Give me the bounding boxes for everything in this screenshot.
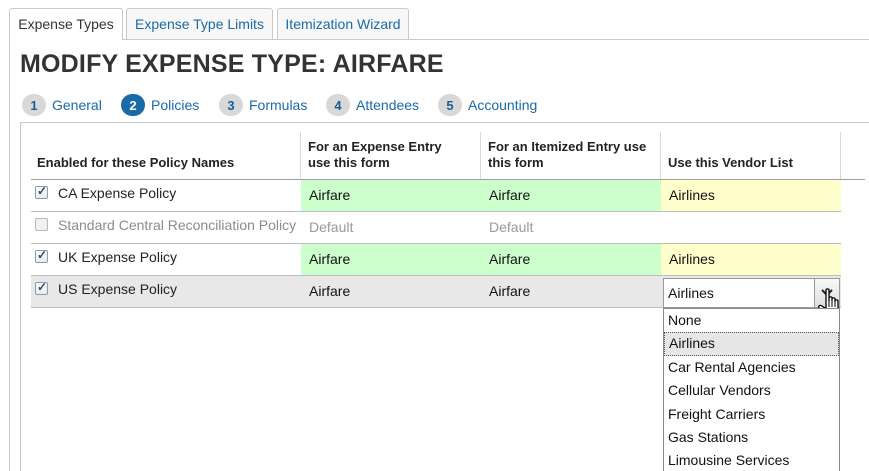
tab-bar: Expense Types Expense Type Limits Itemiz… — [9, 8, 869, 40]
expense-form-cell[interactable]: Airfare — [301, 180, 481, 211]
step-label: Attendees — [356, 97, 420, 113]
header-text: Enabled for these Policy Names — [37, 155, 235, 170]
step-number: 2 — [121, 94, 145, 116]
step-attendees[interactable]: 4 Attendees — [326, 94, 419, 116]
table-row: ✓ CA Expense Policy Airfare Airfare Airl… — [31, 180, 841, 212]
header-text: Use this Vendor List — [668, 155, 793, 170]
step-label: Accounting — [468, 97, 538, 113]
policy-name: US Expense Policy — [58, 281, 178, 297]
step-policies[interactable]: 2 Policies — [121, 94, 199, 116]
policy-name: CA Expense Policy — [58, 185, 177, 201]
tab-expense-type-limits[interactable]: Expense Type Limits — [126, 8, 273, 39]
vendor-list-cell[interactable]: Airlines — [661, 180, 841, 211]
expense-form-cell[interactable]: Airfare — [301, 244, 481, 275]
vendor-list-cell — [661, 212, 841, 243]
table-row: ✓ UK Expense Policy Airfare Airfare Airl… — [31, 244, 841, 276]
dropdown-option-car-rental-agencies[interactable]: Car Rental Agencies — [664, 356, 839, 379]
dropdown-option-cellular-vendors[interactable]: Cellular Vendors — [664, 379, 839, 402]
check-icon: ✓ — [37, 248, 48, 262]
tab-label: Itemization Wizard — [285, 16, 401, 32]
tab-expense-types[interactable]: Expense Types — [9, 8, 123, 40]
policy-name: UK Expense Policy — [58, 249, 178, 265]
dropdown-option-airlines[interactable]: Airlines — [664, 332, 839, 356]
step-number: 1 — [22, 94, 46, 116]
step-formulas[interactable]: 3 Formulas — [219, 94, 307, 116]
header-separator — [840, 132, 841, 179]
chevron-down-icon — [821, 289, 833, 297]
expense-form-cell[interactable]: Airfare — [301, 276, 481, 307]
frame-border — [9, 40, 10, 471]
policy-checkbox[interactable]: ✓ — [35, 248, 48, 263]
itemized-form-cell[interactable]: Airfare — [481, 180, 661, 211]
table-row: Standard Central Reconciliation Policy D… — [31, 212, 841, 244]
step-number: 4 — [326, 94, 350, 116]
dropdown-option-gas-stations[interactable]: Gas Stations — [664, 426, 839, 449]
dropdown-option-none[interactable]: None — [664, 309, 839, 332]
vendor-list-select[interactable]: Airlines — [663, 278, 840, 308]
itemized-form-cell[interactable]: Airfare — [481, 276, 661, 307]
itemized-form-cell[interactable]: Airfare — [481, 244, 661, 275]
step-general[interactable]: 1 General — [22, 94, 102, 116]
policy-checkbox[interactable]: ✓ — [35, 280, 48, 295]
check-icon: ✓ — [37, 280, 48, 294]
policy-checkbox[interactable]: ✓ — [35, 184, 48, 199]
dropdown-option-freight-carriers[interactable]: Freight Carriers — [664, 403, 839, 426]
step-number: 3 — [219, 94, 243, 116]
itemized-form-cell: Default — [489, 219, 534, 235]
tab-itemization-wizard[interactable]: Itemization Wizard — [277, 8, 409, 39]
header-text: use this form — [308, 155, 390, 170]
page-title: MODIFY EXPENSE TYPE: AIRFARE — [20, 50, 444, 78]
header-separator — [300, 132, 301, 179]
step-number: 5 — [438, 94, 462, 116]
step-accounting[interactable]: 5 Accounting — [438, 94, 537, 116]
dropdown-option-limousine-services[interactable]: Limousine Services — [664, 449, 839, 471]
step-label: Formulas — [249, 97, 308, 113]
tab-label: Expense Type Limits — [135, 16, 264, 32]
check-icon: ✓ — [37, 184, 48, 198]
policy-checkbox[interactable] — [35, 218, 48, 231]
header-text: For an Itemized Entry use — [488, 139, 647, 154]
vendor-list-cell[interactable]: Airlines — [661, 244, 841, 275]
header-text: this form — [488, 155, 544, 170]
vendor-dropdown-list: None Airlines Car Rental Agencies Cellul… — [663, 308, 840, 471]
tab-divider — [9, 39, 869, 40]
dropdown-button[interactable] — [814, 279, 839, 307]
header-separator — [480, 132, 481, 179]
step-label: Policies — [151, 97, 200, 113]
step-label: General — [52, 97, 102, 113]
policy-name: Standard Central Reconciliation Policy — [58, 217, 297, 233]
header-separator — [660, 132, 661, 179]
vendor-select-value: Airlines — [668, 285, 714, 301]
expense-form-cell: Default — [309, 219, 354, 235]
tab-label: Expense Types — [18, 16, 114, 32]
header-text: For an Expense Entry — [308, 139, 442, 154]
